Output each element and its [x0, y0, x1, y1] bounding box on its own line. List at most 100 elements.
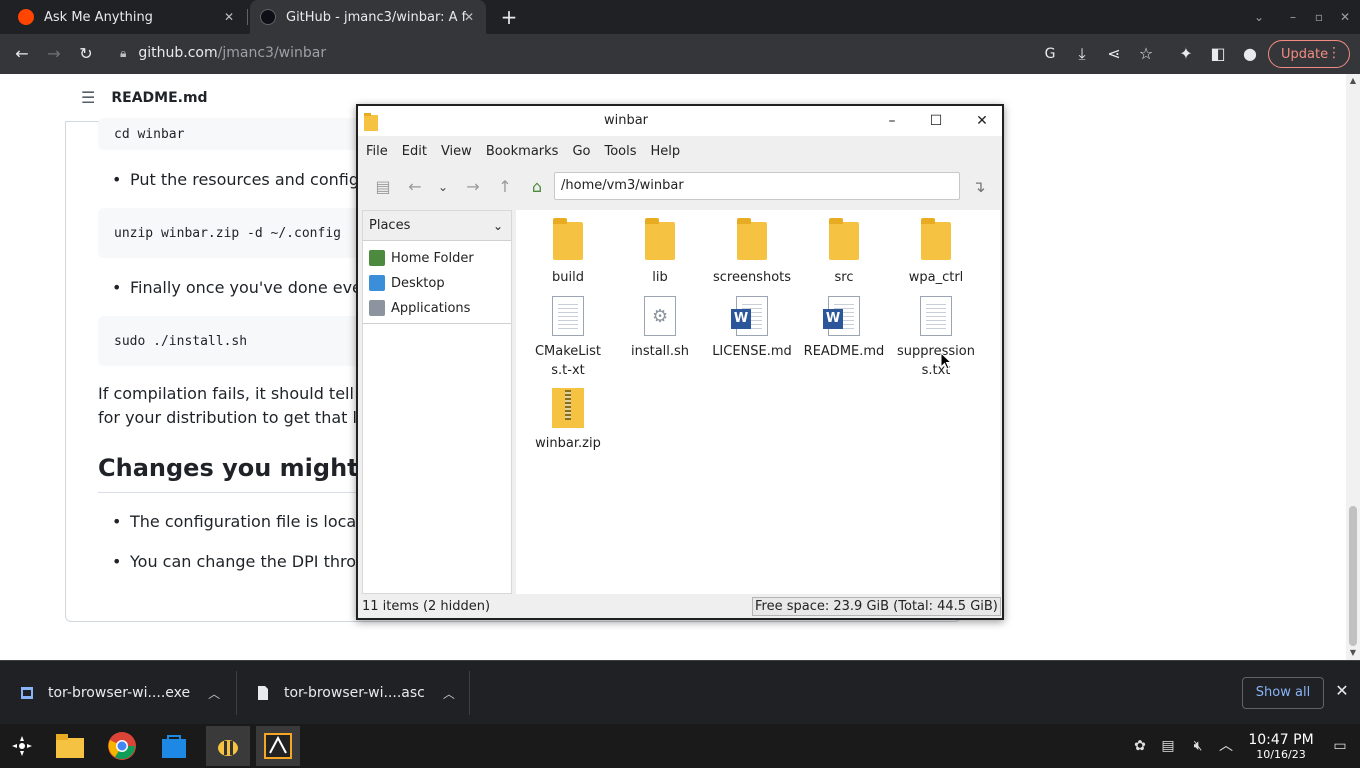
chevron-up-icon[interactable]: ︿ [443, 685, 455, 702]
tab-github-winbar[interactable]: GitHub - jmanc3/winbar: A fa ✕ [250, 0, 486, 34]
show-all-button[interactable]: Show all [1242, 677, 1324, 709]
bee-tray-icon[interactable]: ✿ [1130, 736, 1150, 756]
forward-icon[interactable]: → [42, 42, 66, 66]
mouse-cursor-icon [940, 352, 952, 370]
file-item-screenshots[interactable]: screenshots [706, 218, 798, 287]
folder-icon [737, 218, 767, 260]
file-item-license[interactable]: W LICENSE.md [706, 296, 798, 361]
menu-tools[interactable]: Tools [604, 144, 636, 159]
share-icon[interactable]: ⋖ [1102, 42, 1126, 66]
github-icon [260, 9, 276, 25]
side-panel-icon[interactable]: ◧ [1206, 42, 1230, 66]
maximize-icon[interactable]: ▫ [1310, 8, 1328, 26]
close-icon[interactable]: ✕ [220, 8, 238, 26]
profile-avatar-icon[interactable]: ● [1238, 42, 1262, 66]
file-item-src[interactable]: src [798, 218, 890, 287]
chevron-up-icon[interactable]: ︿ [1216, 736, 1236, 756]
file-item-readme[interactable]: W README.md [798, 296, 890, 361]
history-dropdown-icon[interactable]: ⌄ [432, 176, 454, 198]
google-icon[interactable]: G [1038, 42, 1062, 66]
volume-muted-icon[interactable]: 🔇︎ [1188, 736, 1208, 756]
reload-icon[interactable]: ↻ [74, 42, 98, 66]
window-titlebar[interactable]: winbar – ☐ ✕ [358, 106, 1002, 136]
scroll-up-icon[interactable]: ▲ [1348, 76, 1358, 86]
file-item-winbar-zip[interactable]: winbar.zip [522, 388, 614, 453]
new-tab-button[interactable]: + [498, 6, 520, 28]
download-filename: tor-browser-wi....asc [284, 685, 425, 701]
bookmark-star-icon[interactable]: ☆ [1134, 42, 1158, 66]
script-file-icon: ⚙ [644, 296, 676, 336]
clock-date: 10/16/23 [1256, 748, 1306, 761]
extensions-icon[interactable]: ✦ [1174, 42, 1198, 66]
download-item[interactable]: tor-browser-wi....asc ︿ [256, 661, 455, 725]
tab-search-icon[interactable]: ⌄ [1250, 8, 1268, 26]
path-input[interactable]: /home/vm3/winbar [554, 172, 960, 200]
back-icon[interactable]: ← [404, 176, 426, 198]
browser-toolbar: ← → ↻ 🔒︎ github.com/jmanc3/winbar G ⤓ ⋖ … [0, 34, 1360, 74]
menu-file[interactable]: File [366, 144, 388, 159]
forward-icon[interactable]: → [462, 176, 484, 198]
maximize-icon[interactable]: ☐ [926, 111, 946, 131]
file-manager-window: winbar – ☐ ✕ File Edit View Bookmarks Go… [356, 104, 1004, 620]
scroll-down-icon[interactable]: ▼ [1348, 648, 1358, 658]
tab-ask-me-anything[interactable]: Ask Me Anything ✕ [8, 0, 246, 34]
outline-list-icon[interactable]: ☰ [81, 88, 95, 107]
download-item[interactable]: tor-browser-wi....exe ︿ [20, 661, 220, 725]
address-bar[interactable]: 🔒︎ github.com/jmanc3/winbar [108, 38, 1028, 68]
chrome-taskbar-icon[interactable] [100, 726, 144, 766]
download-shelf: tor-browser-wi....exe ︿ tor-browser-wi..… [0, 660, 1360, 724]
list-item-text: Finally once you've done every [130, 278, 378, 297]
bee-app-taskbar-icon[interactable] [206, 726, 250, 766]
scrollbar-thumb[interactable] [1349, 506, 1357, 646]
menu-bookmarks[interactable]: Bookmarks [486, 144, 559, 159]
terminal-taskbar-icon[interactable] [256, 726, 300, 766]
go-icon[interactable]: ↴ [968, 176, 990, 198]
clipboard-tray-icon[interactable]: ▤ [1158, 736, 1178, 756]
file-manager-taskbar-icon[interactable] [48, 726, 92, 766]
home-icon[interactable]: ⌂ [526, 176, 548, 198]
menu-dots-icon[interactable]: ⋮ [1327, 45, 1341, 61]
up-icon[interactable]: ↑ [494, 176, 516, 198]
new-tab-icon[interactable]: ▤ [372, 176, 394, 198]
close-icon[interactable]: ✕ [1332, 681, 1352, 701]
folder-icon [829, 218, 859, 260]
menu-view[interactable]: View [441, 144, 472, 159]
place-applications[interactable]: Applications [369, 297, 470, 319]
place-desktop[interactable]: Desktop [369, 272, 445, 294]
url-host: github.com [138, 45, 218, 61]
code-text: unzip winbar.zip -d ~/.config [114, 225, 341, 241]
store-taskbar-icon[interactable] [152, 726, 196, 766]
close-window-icon[interactable]: ✕ [1336, 8, 1354, 26]
minimize-icon[interactable]: – [1284, 8, 1302, 26]
clock[interactable]: 10:47 PM 10/16/23 [1246, 732, 1316, 761]
minimize-icon[interactable]: – [882, 111, 902, 131]
file-item-install-sh[interactable]: ⚙ install.sh [614, 296, 706, 361]
file-item-build[interactable]: build [522, 218, 614, 287]
url-path: /jmanc3/winbar [217, 45, 327, 61]
start-menu-icon[interactable] [0, 726, 44, 766]
menu-help[interactable]: Help [651, 144, 681, 159]
places-header[interactable]: Places ⌄ [363, 211, 511, 241]
file-item-suppressions[interactable]: suppressions.txt [890, 296, 982, 380]
file-item-cmakelists[interactable]: CMakeLists.t-xt [522, 296, 614, 380]
close-icon[interactable]: ✕ [460, 8, 478, 26]
notifications-icon[interactable]: ▭ [1330, 736, 1350, 756]
list-item: Finally once you've done every [112, 278, 378, 297]
file-name: install.sh [630, 344, 690, 359]
close-icon[interactable]: ✕ [972, 111, 992, 131]
page-scrollbar[interactable]: ▲ ▼ [1346, 74, 1360, 660]
file-item-wpa-ctrl[interactable]: wpa_ctrl [890, 218, 982, 287]
place-home-folder[interactable]: Home Folder [369, 247, 474, 269]
word-document-icon: W [823, 296, 860, 336]
menu-edit[interactable]: Edit [402, 144, 427, 159]
chevron-down-icon[interactable]: ⌄ [493, 211, 503, 241]
paragraph-line: for your distribution to get that lib [98, 408, 372, 427]
chevron-up-icon[interactable]: ︿ [208, 685, 220, 702]
code-text: cd winbar [114, 126, 185, 142]
place-label: Desktop [391, 275, 445, 291]
file-item-lib[interactable]: lib [614, 218, 706, 287]
update-button[interactable]: Update ⋮ [1268, 40, 1350, 68]
install-app-icon[interactable]: ⤓ [1070, 42, 1094, 66]
menu-go[interactable]: Go [572, 144, 590, 159]
back-icon[interactable]: ← [10, 42, 34, 66]
